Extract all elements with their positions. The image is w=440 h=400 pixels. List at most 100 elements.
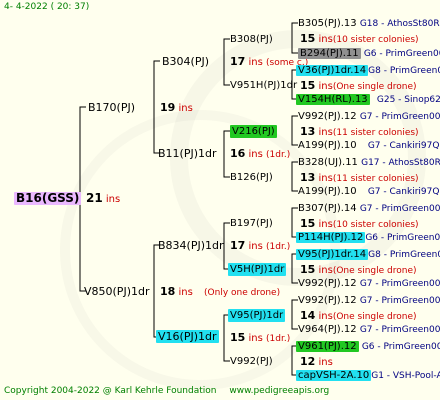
gen2-count-2: 17 ins (1dr.) bbox=[230, 239, 290, 254]
gen2-name-3[interactable]: V16(PJ)1dr bbox=[156, 330, 219, 343]
gen4-name-6[interactable]: B328(UJ).11 bbox=[298, 157, 358, 168]
gen3-name-5[interactable]: V5H(PJ)1dr bbox=[228, 263, 287, 276]
gen4-count-value-4: 13 bbox=[300, 125, 316, 138]
gen4-row-1: B294(PJ).11 G6 - PrimGreen00 bbox=[298, 47, 440, 61]
gen4-line-8: G7 - PrimGreen00 bbox=[359, 204, 440, 214]
root-count-value: 21 bbox=[86, 191, 103, 205]
gen4-count-value-10: 15 bbox=[300, 263, 316, 276]
gen4-count-value-0: 15 bbox=[300, 32, 316, 45]
gen4-count-value-12: 14 bbox=[300, 309, 316, 322]
sire-count-value: 19 bbox=[160, 101, 176, 114]
root-ins-label: ins bbox=[105, 194, 121, 205]
gen2-note-1: (1dr.) bbox=[266, 150, 291, 160]
gen4-row-6: B328(UJ).11 G17 - AthosSt80R bbox=[298, 156, 440, 170]
gen4-ins-label-2: ins bbox=[318, 81, 333, 92]
gen4-name-13[interactable]: V964(PJ).12 bbox=[298, 324, 357, 335]
gen4-name-4[interactable]: V992(PJ).12 bbox=[298, 111, 357, 122]
gen4-line-14: G6 - PrimGreen00 bbox=[361, 342, 440, 352]
gen4-line-3: G25 - Sinop62R bbox=[376, 95, 440, 105]
gen4-name-14[interactable]: V961(PJ).12 bbox=[296, 341, 359, 352]
gen2-name-0[interactable]: B304(PJ) bbox=[162, 55, 209, 68]
gen4-row-10: V95(PJ)1dr.14G8 - PrimGreen00 bbox=[296, 248, 440, 262]
gen4-name-7[interactable]: A199(PJ).10 bbox=[298, 186, 357, 197]
gen4-row-14: V961(PJ).12 G6 - PrimGreen00 bbox=[296, 340, 440, 354]
gen4-name-9[interactable]: P114H(PJ).12 bbox=[296, 232, 366, 243]
gen3-name-6[interactable]: V95(PJ)1dr bbox=[228, 309, 286, 322]
gen4-name-3[interactable]: V154H(RL).13 bbox=[296, 94, 370, 105]
gen4-name-1[interactable]: B294(PJ).11 bbox=[298, 48, 361, 59]
gen4-ins-label-12: ins bbox=[318, 311, 333, 322]
gen4-count-value-8: 15 bbox=[300, 217, 316, 230]
footer: Copyright 2004-2022 @ Karl Kehrle Founda… bbox=[4, 386, 329, 396]
gen4-ins-label-10: ins bbox=[318, 265, 333, 276]
gen2-count-value-1: 16 bbox=[230, 147, 246, 160]
gen2-count-value-3: 15 bbox=[230, 331, 246, 344]
gen4-count-6: 13 ins(11 sister colonies) bbox=[300, 171, 419, 186]
gen3-name-4[interactable]: B197(PJ) bbox=[230, 217, 273, 230]
gen2-ins-label-3: ins bbox=[248, 333, 263, 344]
gen3-name-3[interactable]: B126(PJ) bbox=[230, 171, 273, 184]
gen4-ins-label-8: ins bbox=[318, 219, 333, 230]
gen4-row-11: V992(PJ).12 G7 - PrimGreen00 bbox=[298, 277, 440, 291]
gen4-name-12[interactable]: V992(PJ).12 bbox=[298, 295, 357, 306]
gen2-ins-label-1: ins bbox=[248, 149, 263, 160]
gen3-name-0[interactable]: B308(PJ) bbox=[230, 33, 273, 46]
gen4-note-4: (11 sister colonies) bbox=[332, 128, 419, 138]
gen4-note-6: (11 sister colonies) bbox=[332, 174, 419, 184]
gen3-name-2[interactable]: V216(PJ) bbox=[230, 125, 277, 138]
gen2-count-value-0: 17 bbox=[230, 55, 246, 68]
gen4-count-8: 15 ins(10 sister colonies) bbox=[300, 217, 419, 232]
gen4-row-8: B307(PJ).14 G7 - PrimGreen00 bbox=[298, 202, 440, 216]
gen4-line-15: G1 - VSH-Pool-AR bbox=[371, 371, 440, 381]
gen4-line-6: G17 - AthosSt80R bbox=[361, 158, 440, 168]
sire-queen-name[interactable]: B170(PJ) bbox=[88, 101, 135, 114]
gen4-row-13: V964(PJ).12 G7 - PrimGreen00 bbox=[298, 323, 440, 337]
gen3-name-1[interactable]: V951H(PJ)1dr bbox=[230, 79, 297, 92]
gen4-row-12: V992(PJ).12 G7 - PrimGreen00 bbox=[298, 294, 440, 308]
gen2-count-value-2: 17 bbox=[230, 239, 246, 252]
gen4-name-8[interactable]: B307(PJ).14 bbox=[298, 203, 357, 214]
gen4-row-15: capVSH-2A.10G1 - VSH-Pool-AR bbox=[296, 369, 440, 383]
gen4-line-10: G8 - PrimGreen00 bbox=[368, 250, 440, 260]
gen4-row-3: V154H(RL).13 G25 - Sinop62R bbox=[296, 93, 440, 107]
gen2-note-3: (1dr.) bbox=[266, 334, 291, 344]
dam-queen-name[interactable]: V850(PJ)1dr bbox=[84, 285, 149, 298]
gen4-count-2: 15 ins(One single drone) bbox=[300, 79, 417, 94]
gen2-note-2: (1dr.) bbox=[266, 242, 291, 252]
gen4-note-8: (10 sister colonies) bbox=[332, 220, 419, 230]
gen4-name-5[interactable]: A199(PJ).10 bbox=[298, 140, 357, 151]
dam-count: 18 ins (Only one drone) bbox=[160, 285, 280, 300]
gen2-name-1[interactable]: B11(PJ)1dr bbox=[158, 147, 217, 160]
gen4-row-2: V36(PJ)1dr.14G8 - PrimGreen00 bbox=[296, 64, 440, 78]
gen4-ins-label-4: ins bbox=[318, 127, 333, 138]
gen4-line-5: G7 - Cankiri97Q bbox=[367, 141, 440, 151]
dam-note: (Only one drone) bbox=[204, 288, 281, 298]
gen4-note-0: (10 sister colonies) bbox=[332, 35, 419, 45]
gen3-name-7[interactable]: V992(PJ) bbox=[230, 355, 273, 368]
root-count: 21 ins bbox=[86, 192, 120, 206]
gen4-name-10[interactable]: V95(PJ)1dr.14 bbox=[296, 249, 369, 260]
gen4-ins-label-0: ins bbox=[318, 34, 333, 45]
gen4-line-0: G18 - AthosSt80R bbox=[359, 19, 440, 29]
gen2-count-1: 16 ins (1dr.) bbox=[230, 147, 290, 162]
gen4-line-1: G6 - PrimGreen00 bbox=[363, 49, 440, 59]
footer-site-link[interactable]: www.pedigreeapis.org bbox=[229, 386, 329, 396]
dam-count-value: 18 bbox=[160, 285, 176, 298]
gen4-count-12: 14 ins(One single drone) bbox=[300, 309, 417, 324]
gen4-count-value-6: 13 bbox=[300, 171, 316, 184]
gen4-ins-label-14: ins bbox=[318, 357, 333, 368]
gen2-count-3: 15 ins (1dr.) bbox=[230, 331, 290, 346]
gen4-name-2[interactable]: V36(PJ)1dr.14 bbox=[296, 65, 369, 76]
gen4-note-10: (One single drone) bbox=[332, 266, 417, 276]
gen4-line-7: G7 - Cankiri97Q bbox=[367, 187, 440, 197]
gen4-note-12: (One single drone) bbox=[332, 312, 417, 322]
gen4-name-0[interactable]: B305(PJ).13 bbox=[298, 18, 357, 29]
gen4-line-9: G6 - PrimGreen00 bbox=[365, 233, 440, 243]
gen2-name-2[interactable]: B834(PJ)1dr bbox=[158, 239, 224, 252]
gen4-count-14: 12 ins bbox=[300, 355, 333, 369]
gen4-count-value-14: 12 bbox=[300, 355, 316, 368]
gen4-name-11[interactable]: V992(PJ).12 bbox=[298, 278, 357, 289]
gen4-name-15[interactable]: capVSH-2A.10 bbox=[296, 370, 372, 381]
root-queen-name[interactable]: B16(GSS) bbox=[14, 192, 82, 205]
gen2-ins-label-2: ins bbox=[248, 241, 263, 252]
